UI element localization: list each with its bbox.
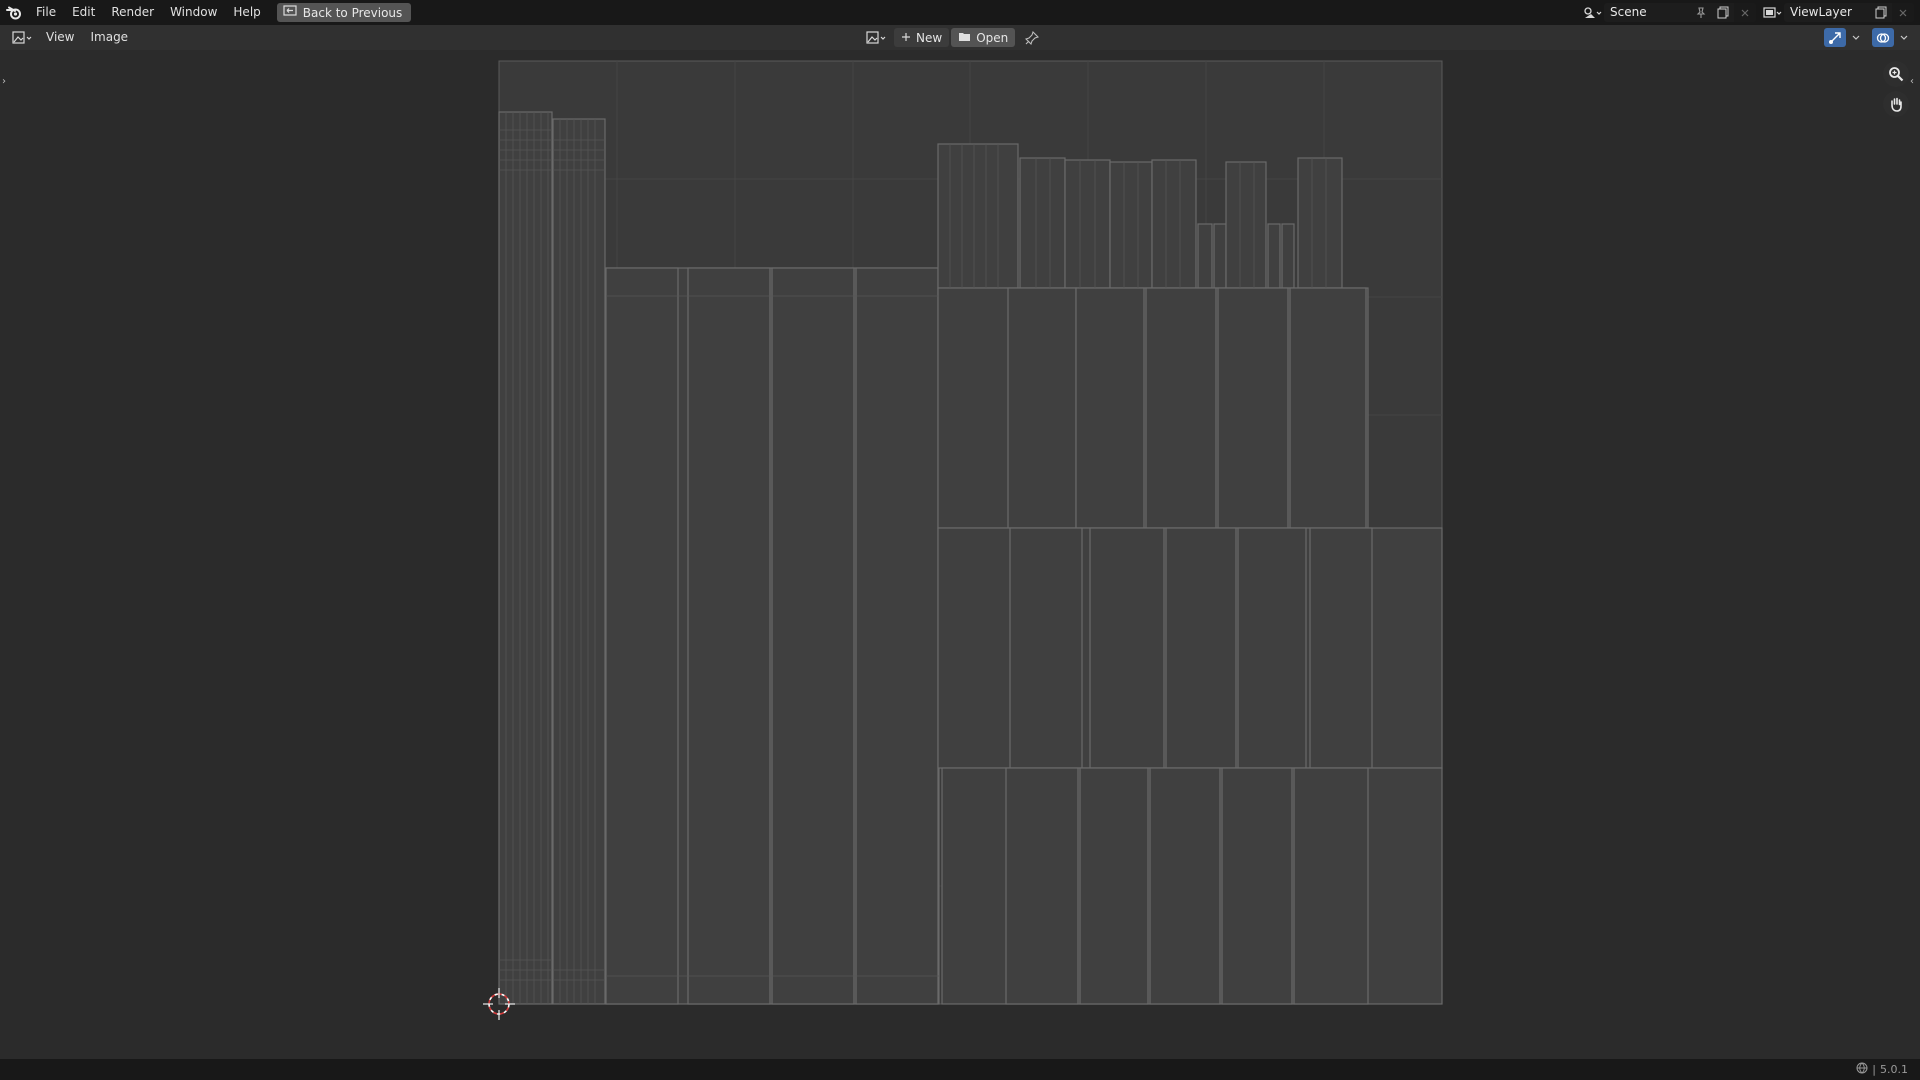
plus-icon (901, 31, 911, 45)
scene-selector: Scene (1582, 3, 1756, 23)
image-browse-icon[interactable] (864, 28, 892, 48)
view-layer-icon[interactable] (1762, 3, 1784, 23)
view-layer-selector: ViewLayer (1762, 3, 1914, 23)
hand-icon[interactable] (1883, 91, 1909, 117)
version-label: 5.0.1 (1880, 1063, 1908, 1076)
new-image-button[interactable]: New (894, 28, 950, 47)
overlay-dropdown-icon[interactable] (1898, 28, 1910, 48)
top-right-controls: Scene ViewLayer (1582, 0, 1920, 25)
scene-name-field[interactable]: Scene (1604, 3, 1690, 22)
pin-icon[interactable] (1021, 28, 1043, 48)
new-image-label: New (916, 30, 943, 45)
open-image-button[interactable]: Open (951, 28, 1016, 47)
new-scene-icon[interactable] (1712, 3, 1734, 22)
image-editor-icon[interactable] (8, 28, 38, 48)
delete-view-layer-icon[interactable] (1892, 3, 1914, 22)
toolbar-expand-icon[interactable]: › (2, 76, 6, 87)
back-to-previous-button[interactable]: Back to Previous (276, 3, 412, 22)
scene-icon[interactable] (1582, 3, 1604, 23)
menu-view[interactable]: View (38, 25, 82, 50)
back-to-previous-icon (283, 5, 297, 20)
header-right-controls (1824, 27, 1910, 48)
status-bar: | 5.0.1 (0, 1059, 1920, 1080)
menu-image[interactable]: Image (82, 25, 136, 50)
menu-window[interactable]: Window (162, 0, 225, 25)
folder-icon (958, 31, 971, 45)
menu-file[interactable]: File (28, 0, 64, 25)
status-divider: | (1872, 1063, 1876, 1076)
gizmo-dropdown-icon[interactable] (1850, 28, 1862, 48)
overlay-icon[interactable] (1872, 28, 1894, 47)
sidebar-expand-icon[interactable]: ‹ (1910, 76, 1914, 87)
uv-editor-viewport[interactable]: › ‹ (0, 50, 1920, 1059)
new-view-layer-icon[interactable] (1870, 3, 1892, 22)
zoom-icon[interactable] (1883, 61, 1909, 87)
view-layer-name-field[interactable]: ViewLayer (1784, 3, 1870, 22)
image-editor-header: View Image New Open (0, 25, 1920, 50)
blender-logo-icon[interactable] (0, 0, 28, 25)
back-to-previous-label: Back to Previous (302, 5, 403, 20)
gizmo-icon[interactable] (1824, 28, 1846, 47)
delete-scene-icon[interactable] (1734, 3, 1756, 22)
menu-render[interactable]: Render (103, 0, 162, 25)
image-datablock-controls: New Open (864, 27, 1043, 48)
top-bar: File Edit Render Window Help Back to Pre… (0, 0, 1920, 25)
menu-edit[interactable]: Edit (64, 0, 103, 25)
network-icon (1856, 1062, 1868, 1077)
uv-canvas[interactable] (0, 50, 1920, 1059)
open-image-label: Open (976, 30, 1009, 45)
pin-scene-icon[interactable] (1690, 3, 1712, 22)
menu-help[interactable]: Help (225, 0, 268, 25)
